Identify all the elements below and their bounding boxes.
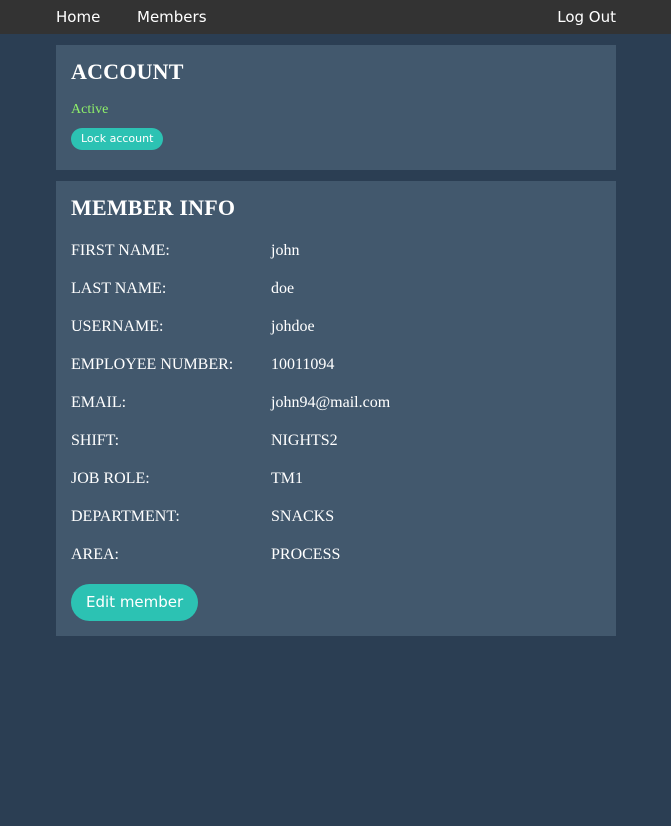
- first-name-row: FIRST NAME: john: [71, 241, 601, 261]
- job-role-row: JOB ROLE: TM1: [71, 469, 601, 489]
- employee-number-label: EMPLOYEE NUMBER:: [71, 356, 234, 373]
- account-title: ACCOUNT: [71, 59, 184, 84]
- department-row: DEPARTMENT: SNACKS: [71, 507, 601, 527]
- lock-account-button[interactable]: Lock account: [71, 128, 164, 150]
- top-nav-bar: Home Members Log Out: [0, 0, 671, 34]
- edit-member-button[interactable]: Edit member: [71, 584, 199, 621]
- shift-row: SHIFT: NIGHTS2: [71, 431, 601, 451]
- last-name-label: LAST NAME:: [71, 280, 167, 297]
- first-name-label: FIRST NAME:: [71, 242, 170, 259]
- nav-logout-link[interactable]: Log Out: [557, 8, 616, 26]
- job-role-label: JOB ROLE:: [71, 470, 150, 487]
- email-value: john94@mail.com: [271, 394, 391, 411]
- employee-number-row: EMPLOYEE NUMBER: 10011094: [71, 355, 601, 375]
- nav-members-link[interactable]: Members: [137, 8, 207, 26]
- last-name-value: doe: [271, 280, 295, 297]
- member-info-title: MEMBER INFO: [71, 195, 236, 220]
- first-name-value: john: [271, 242, 300, 259]
- nav-home-link[interactable]: Home: [56, 8, 100, 26]
- area-row: AREA: PROCESS: [71, 545, 601, 565]
- employee-number-value: 10011094: [271, 356, 335, 373]
- email-label: EMAIL:: [71, 394, 127, 411]
- department-value: SNACKS: [271, 508, 335, 525]
- account-status: Active: [71, 102, 109, 117]
- shift-label: SHIFT:: [71, 432, 120, 449]
- username-row: USERNAME: johdoe: [71, 317, 601, 337]
- account-panel: ACCOUNT Active Lock account: [56, 45, 616, 170]
- member-info-panel: MEMBER INFO FIRST NAME: john LAST NAME: …: [56, 181, 616, 636]
- last-name-row: LAST NAME: doe: [71, 279, 601, 299]
- area-label: AREA:: [71, 546, 119, 563]
- shift-value: NIGHTS2: [271, 432, 338, 449]
- email-row: EMAIL: john94@mail.com: [71, 393, 601, 413]
- area-value: PROCESS: [271, 546, 341, 563]
- job-role-value: TM1: [271, 470, 303, 487]
- username-value: johdoe: [271, 318, 315, 335]
- username-label: USERNAME:: [71, 318, 164, 335]
- department-label: DEPARTMENT:: [71, 508, 180, 525]
